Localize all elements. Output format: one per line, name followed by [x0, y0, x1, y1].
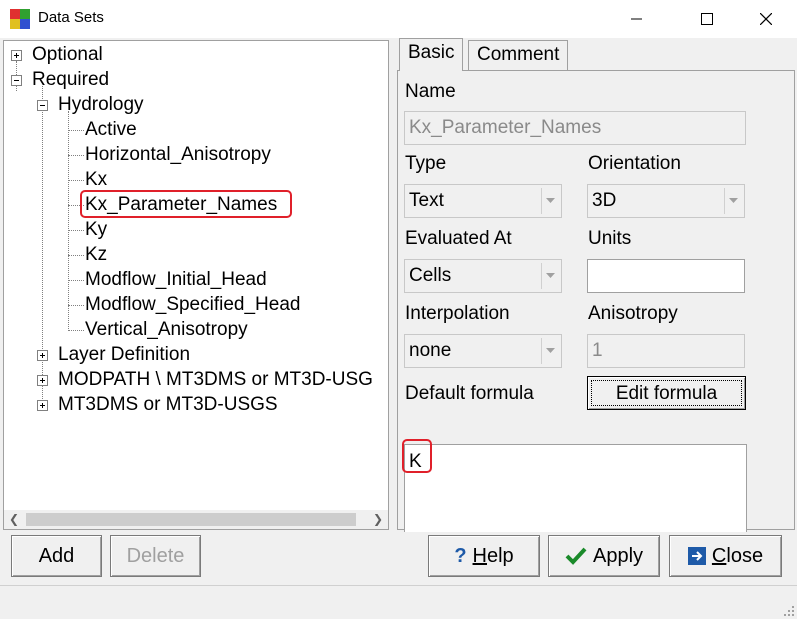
scrollbar-thumb[interactable] [26, 513, 356, 526]
evaluated-at-label: Evaluated At [405, 228, 512, 249]
properties-panel: Basic Comment Name Kx_Parameter_Names Ty… [397, 38, 797, 551]
add-label: Add [38, 544, 75, 567]
tree-item-vertical-anisotropy[interactable]: Vertical_Anisotropy [85, 318, 248, 342]
tab-basic[interactable]: Basic [399, 38, 464, 71]
name-label: Name [405, 81, 456, 102]
close-button[interactable]: Close [669, 535, 782, 577]
close-icon [760, 13, 772, 25]
close-hotkey: C [711, 544, 727, 567]
tree-item-horizontal-anisotropy[interactable]: Horizontal_Anisotropy [85, 143, 271, 167]
window-title: Data Sets [38, 9, 104, 26]
type-select-value: Text [409, 190, 444, 211]
help-icon: ? [454, 544, 467, 567]
scroll-left-icon[interactable]: ❮ [4, 510, 24, 529]
tree-item-hydrology[interactable]: Hydrology [58, 93, 144, 117]
expand-modpath-icon[interactable] [37, 375, 48, 386]
edit-formula-label: Edit formula [591, 380, 742, 406]
status-bar [0, 585, 797, 619]
tree-item-kx-parameter-names[interactable]: Kx_Parameter_Names [85, 193, 277, 217]
help-label: Help [473, 545, 514, 568]
collapse-required-icon[interactable] [11, 75, 22, 86]
evaluated-at-select-value: Cells [409, 265, 452, 286]
chevron-down-icon [541, 338, 559, 364]
close-window-button[interactable] [743, 0, 789, 38]
tree-item-mt3dms[interactable]: MT3DMS or MT3D-USGS [58, 393, 278, 417]
tree-item-modflow-specified-head[interactable]: Modflow_Specified_Head [85, 293, 300, 317]
chevron-down-icon [541, 188, 559, 214]
tree-item-ky[interactable]: Ky [85, 218, 107, 242]
type-select[interactable]: Text [404, 184, 562, 218]
interpolation-select[interactable]: none [404, 334, 562, 368]
name-field[interactable]: Kx_Parameter_Names [404, 111, 746, 145]
check-icon [565, 547, 587, 565]
delete-label: Delete [126, 544, 185, 567]
data-sets-tree[interactable]: Optional Required Hydrology Active Horiz… [3, 40, 389, 530]
title-bar: Data Sets [0, 0, 797, 38]
tree-item-kz[interactable]: Kz [85, 243, 107, 267]
delete-button[interactable]: Delete [110, 535, 201, 577]
button-bar: Add Delete ? Help Apply Close [0, 532, 797, 582]
maximize-icon [701, 13, 713, 25]
anisotropy-label: Anisotropy [588, 303, 678, 324]
help-button[interactable]: ? Help [428, 535, 540, 577]
orientation-label: Orientation [588, 153, 681, 174]
tree-item-required[interactable]: Required [32, 68, 109, 92]
tree-item-layer-definition[interactable]: Layer Definition [58, 343, 190, 367]
add-button[interactable]: Add [11, 535, 102, 577]
tree-item-optional[interactable]: Optional [32, 43, 103, 67]
edit-formula-button[interactable]: Edit formula [587, 376, 746, 410]
chevron-down-icon [724, 188, 742, 214]
scroll-right-icon[interactable]: ❯ [368, 510, 388, 529]
help-label-rest: elp [486, 544, 514, 567]
formula-highlight [402, 439, 432, 473]
anisotropy-field[interactable]: 1 [587, 334, 745, 368]
evaluated-at-select[interactable]: Cells [404, 259, 562, 293]
chevron-down-icon [541, 263, 559, 289]
default-formula-label: Default formula [405, 383, 534, 404]
tree-item-modpath[interactable]: MODPATH \ MT3DMS or MT3D-USG [58, 368, 373, 392]
interpolation-label: Interpolation [405, 303, 510, 324]
minimize-icon [631, 18, 642, 20]
expand-mt3dms-icon[interactable] [37, 400, 48, 411]
units-label: Units [588, 228, 632, 249]
units-field[interactable] [587, 259, 745, 293]
tree-item-kx[interactable]: Kx [85, 168, 107, 192]
tree-horizontal-scrollbar[interactable]: ❮ ❯ [4, 510, 388, 529]
basic-tab-page: Name Kx_Parameter_Names Type Orientation… [397, 70, 795, 551]
expand-optional-icon[interactable] [11, 50, 22, 61]
close-label-rest: lose [726, 544, 764, 567]
apply-label: Apply [592, 544, 644, 567]
app-icon [10, 9, 30, 29]
minimize-button[interactable] [614, 0, 660, 38]
exit-icon [687, 547, 706, 565]
collapse-hydrology-icon[interactable] [37, 100, 48, 111]
tab-comment[interactable]: Comment [468, 40, 569, 70]
maximize-button[interactable] [684, 0, 730, 38]
expand-layer-definition-icon[interactable] [37, 350, 48, 361]
orientation-select-value: 3D [592, 190, 617, 211]
close-label: Close [712, 545, 763, 568]
orientation-select[interactable]: 3D [587, 184, 745, 218]
tree-item-modflow-initial-head[interactable]: Modflow_Initial_Head [85, 268, 267, 292]
help-hotkey: H [472, 544, 487, 567]
type-label: Type [405, 153, 447, 174]
resize-grip-icon[interactable] [781, 603, 795, 617]
tree-item-active[interactable]: Active [85, 118, 137, 142]
interpolation-select-value: none [409, 340, 452, 361]
apply-button[interactable]: Apply [548, 535, 660, 577]
